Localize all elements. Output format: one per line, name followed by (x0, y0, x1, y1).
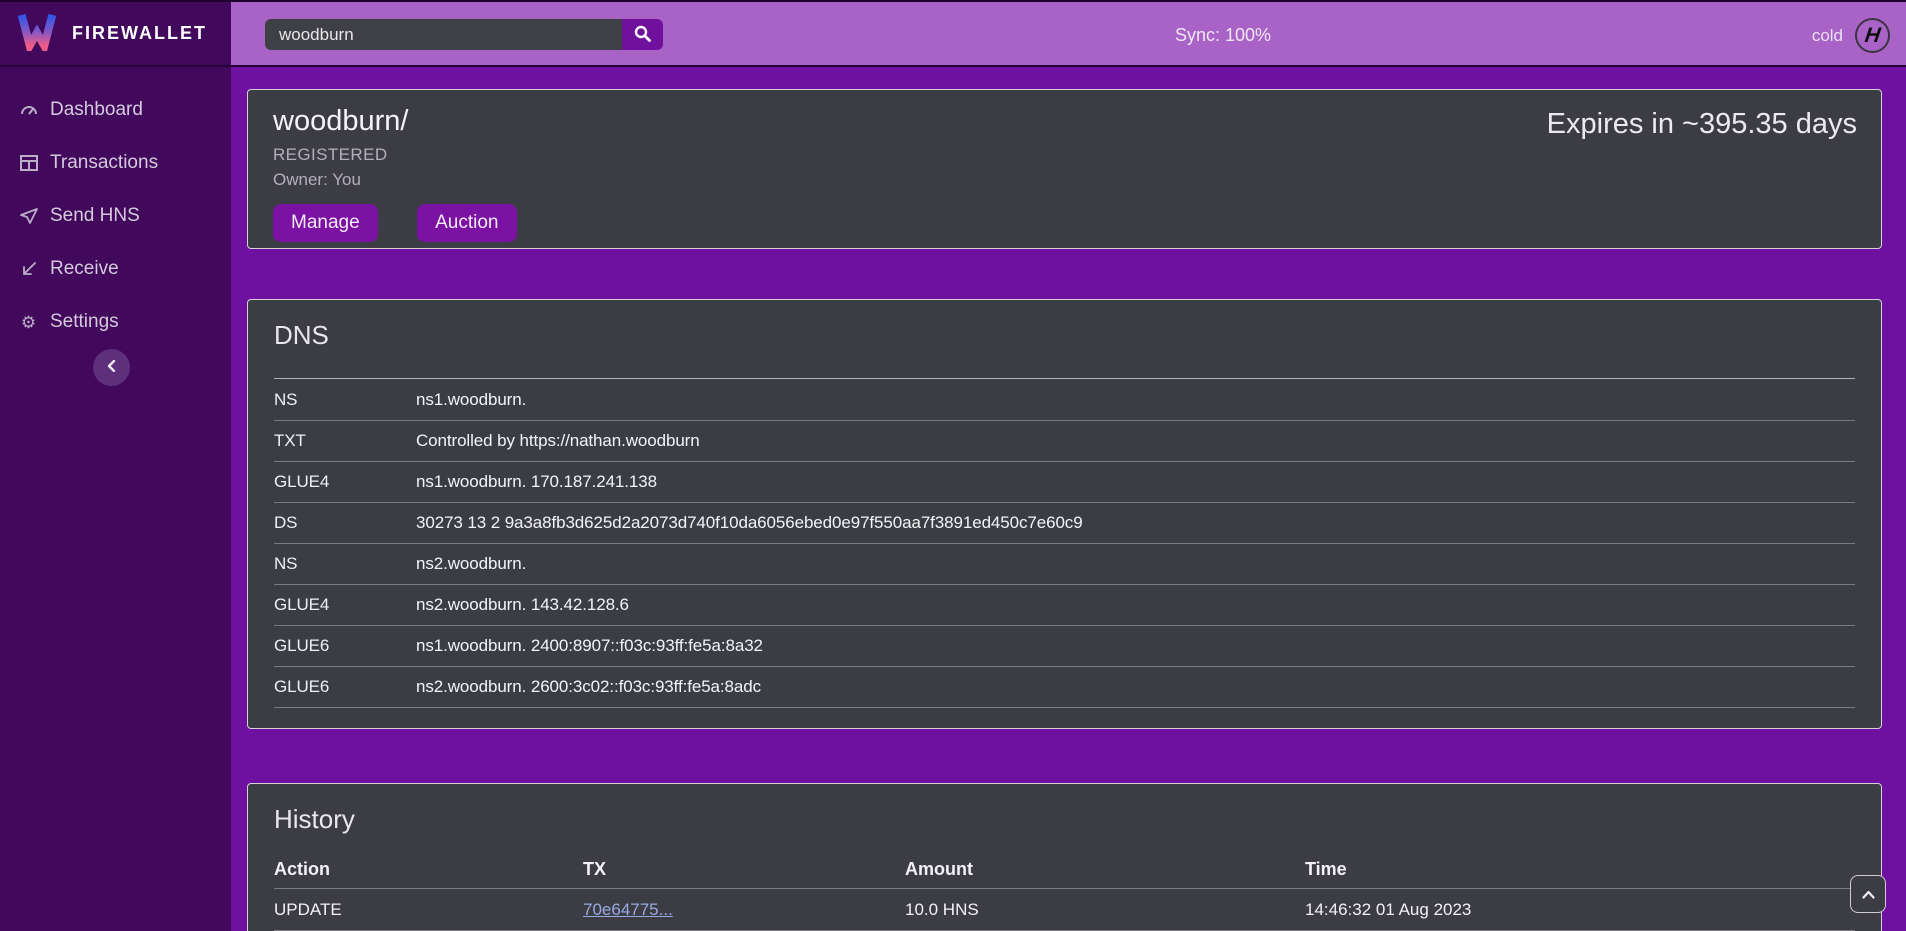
search-button[interactable] (622, 19, 663, 50)
column-header-time: Time (1305, 859, 1855, 880)
sidebar-item-settings[interactable]: ⚙ Settings (0, 305, 231, 339)
dns-record-value: 30273 13 2 9a3a8fb3d625d2a2073d740f10da6… (416, 513, 1083, 533)
search-icon (634, 25, 651, 45)
column-header-tx: TX (583, 859, 905, 880)
history-row: UPDATE 70e64775... 10.0 HNS 14:46:32 01 … (274, 888, 1855, 930)
scroll-to-top-button[interactable] (1850, 875, 1886, 913)
dns-record-row: GLUE6 ns1.woodburn. 2400:8907::f03c:93ff… (274, 625, 1855, 666)
sidebar-item-label: Transactions (50, 152, 158, 174)
dns-record-type: GLUE4 (274, 595, 416, 615)
history-table: Action TX Amount Time UPDATE 70e64775...… (274, 850, 1855, 931)
history-amount: 10.0 HNS (905, 900, 1305, 920)
dns-record-row: GLUE4 ns2.woodburn. 143.42.128.6 (274, 584, 1855, 625)
tx-link[interactable]: 70e64775... (583, 900, 673, 919)
sidebar-nav: Dashboard Transactions Send HNS Receive … (0, 67, 231, 339)
wallet-type-badge: cold (1812, 26, 1843, 46)
dns-record-type: NS (274, 390, 416, 410)
dns-record-row: NS ns2.woodburn. (274, 543, 1855, 584)
brand-header: FIREWALLET (0, 0, 231, 67)
sidebar-item-receive[interactable]: Receive (0, 252, 231, 286)
chevron-left-icon (106, 360, 118, 375)
sync-status: Sync: 100% (1175, 2, 1271, 69)
main-content: woodburn/ REGISTERED Owner: You Manage A… (231, 0, 1906, 931)
handshake-logo-icon: H (1855, 18, 1890, 53)
dns-record-value: ns1.woodburn. (416, 390, 526, 410)
sidebar-item-transactions[interactable]: Transactions (0, 146, 231, 180)
domain-summary-card: woodburn/ REGISTERED Owner: You Manage A… (247, 89, 1882, 249)
dns-card: DNS NS ns1.woodburn. TXT Controlled by h… (247, 299, 1882, 729)
sidebar-item-label: Send HNS (50, 205, 140, 227)
auction-button[interactable]: Auction (417, 204, 516, 242)
history-header-row: Action TX Amount Time (274, 850, 1855, 888)
search-group (265, 19, 663, 50)
dns-records-table: NS ns1.woodburn. TXT Controlled by https… (274, 378, 1855, 708)
topbar: Sync: 100% cold H (231, 0, 1906, 67)
dns-record-row: NS ns1.woodburn. (274, 379, 1855, 420)
dns-record-value: ns1.woodburn. 170.187.241.138 (416, 472, 657, 492)
dashboard-icon (19, 101, 38, 119)
dns-title: DNS (274, 320, 1855, 351)
sidebar: FIREWALLET Dashboard Transactions Send H… (0, 0, 231, 931)
history-time: 14:46:32 01 Aug 2023 (1305, 900, 1855, 920)
receive-icon (19, 261, 38, 277)
search-input[interactable] (265, 19, 622, 50)
dns-record-type: GLUE6 (274, 636, 416, 656)
send-icon (19, 208, 38, 224)
dns-record-row: GLUE6 ns2.woodburn. 2600:3c02::f03c:93ff… (274, 666, 1855, 707)
wallet-status-group: cold H (1812, 2, 1890, 69)
gear-icon: ⚙ (19, 314, 38, 331)
dns-record-row: TXT Controlled by https://nathan.woodbur… (274, 420, 1855, 461)
history-card: History Action TX Amount Time UPDATE 70e… (247, 783, 1882, 931)
column-header-action: Action (274, 859, 583, 880)
history-action: UPDATE (274, 900, 583, 920)
transactions-icon (19, 155, 38, 171)
brand-name: FIREWALLET (72, 23, 207, 44)
dns-record-type: TXT (274, 431, 416, 451)
dns-record-value: ns2.woodburn. 143.42.128.6 (416, 595, 629, 615)
history-title: History (274, 804, 1855, 835)
manage-button[interactable]: Manage (273, 204, 378, 242)
sidebar-item-label: Receive (50, 258, 119, 280)
history-rows: UPDATE 70e64775... 10.0 HNS 14:46:32 01 … (274, 888, 1855, 931)
dns-record-value: Controlled by https://nathan.woodburn (416, 431, 700, 451)
collapse-sidebar-button[interactable] (93, 349, 130, 386)
dns-record-value: ns1.woodburn. 2400:8907::f03c:93ff:fe5a:… (416, 636, 763, 656)
dns-record-row: GLUE4 ns1.woodburn. 170.187.241.138 (274, 461, 1855, 502)
domain-actions: Manage Auction (273, 204, 1857, 242)
column-header-amount: Amount (905, 859, 1305, 880)
dns-record-value: ns2.woodburn. (416, 554, 526, 574)
sidebar-item-send-hns[interactable]: Send HNS (0, 199, 231, 233)
chevron-up-icon (1862, 887, 1875, 902)
dns-record-type: NS (274, 554, 416, 574)
dns-record-type: DS (274, 513, 416, 533)
dns-record-row: DS 30273 13 2 9a3a8fb3d625d2a2073d740f10… (274, 502, 1855, 543)
expiry-label: Expires in ~395.35 days (1547, 108, 1857, 141)
sidebar-item-label: Dashboard (50, 99, 143, 121)
domain-status: REGISTERED (273, 145, 1857, 165)
dns-record-type: GLUE6 (274, 677, 416, 697)
sidebar-item-label: Settings (50, 311, 119, 333)
domain-owner: Owner: You (273, 170, 1857, 190)
sidebar-item-dashboard[interactable]: Dashboard (0, 93, 231, 127)
firewallet-logo-icon (16, 11, 58, 56)
dns-record-value: ns2.woodburn. 2600:3c02::f03c:93ff:fe5a:… (416, 677, 761, 697)
dns-record-type: GLUE4 (274, 472, 416, 492)
